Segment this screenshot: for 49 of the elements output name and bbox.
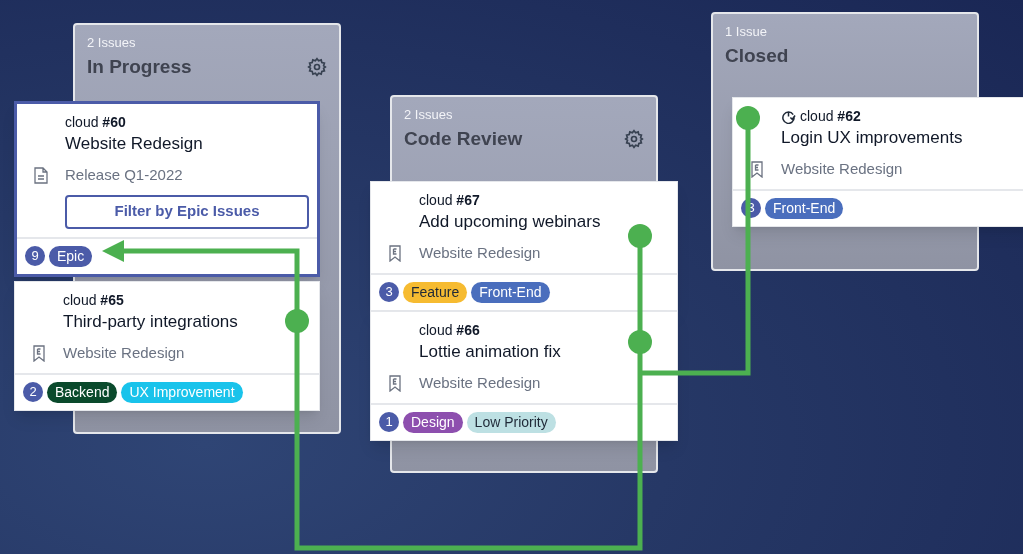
epic-label: Website Redesign <box>781 159 903 179</box>
bookmark-icon <box>389 374 401 392</box>
connector-dot <box>736 106 760 130</box>
tag: Front-End <box>765 197 844 219</box>
connector-dot <box>285 309 309 333</box>
count-badge: 3 <box>379 282 399 302</box>
filter-button[interactable]: Filter by Epic Issues <box>65 194 309 229</box>
settings-icon[interactable] <box>307 56 327 77</box>
issue-title: Lottie animation fix <box>419 341 561 363</box>
issue-card[interactable]: cloud #67 Add upcoming webinars Website Redesign 3 Feature Front-End <box>370 181 678 311</box>
issue-key: cloud #62 <box>800 106 861 126</box>
issue-card[interactable]: cloud #66 Lottie animation fix Website Redesign 1 Design Low Priority <box>370 311 678 441</box>
epic-label: Website Redesign <box>419 243 541 263</box>
issue-key: cloud #66 <box>419 320 480 340</box>
issue-card[interactable]: cloud #65 Third-party integrations Website Redesign 2 Backend UX Improvement <box>14 281 320 411</box>
issue-title: Website Redesign <box>65 133 203 155</box>
issue-key: cloud #67 <box>419 190 480 210</box>
connector-dot <box>628 224 652 248</box>
issue-count: 2 Issues <box>87 34 137 52</box>
tag: Design <box>403 411 463 433</box>
epic-label: Website Redesign <box>419 373 541 393</box>
column-title: In Progress <box>87 54 192 79</box>
issue-count: 1 Issue <box>725 23 768 41</box>
bookmark-icon <box>389 244 401 262</box>
tag: Epic <box>49 245 93 267</box>
issue-count: 2 Issues <box>404 106 454 124</box>
issue-card[interactable]: cloud #60 Website Redesign Release Q1-2022 Filter by Epic Issues 9 Epic <box>14 101 320 277</box>
tag: Low Priority <box>466 411 556 433</box>
tag: Backend <box>47 381 118 403</box>
connector-dot <box>628 330 652 354</box>
count-badge: 1 <box>379 412 399 432</box>
settings-icon[interactable] <box>624 128 644 149</box>
issue-key: cloud #60 <box>65 112 126 132</box>
column-title: Code Review <box>404 126 523 151</box>
tag: Feature <box>403 281 468 303</box>
document-icon <box>34 166 48 184</box>
epic-label: Website Redesign <box>63 343 185 363</box>
bookmark-icon <box>751 160 763 178</box>
issue-title: Third-party integrations <box>63 311 238 333</box>
count-badge: 9 <box>25 246 45 266</box>
column-title: Closed <box>725 43 789 68</box>
issue-title: Add upcoming webinars <box>419 211 601 233</box>
issue-key: cloud #65 <box>63 290 124 310</box>
bookmark-icon <box>33 344 45 362</box>
issue-title: Login UX improvements <box>781 127 963 149</box>
count-badge: 2 <box>23 382 43 402</box>
tag: UX Improvement <box>121 381 243 403</box>
tag: Front-End <box>471 281 550 303</box>
epic-label: Release Q1-2022 <box>65 165 183 185</box>
